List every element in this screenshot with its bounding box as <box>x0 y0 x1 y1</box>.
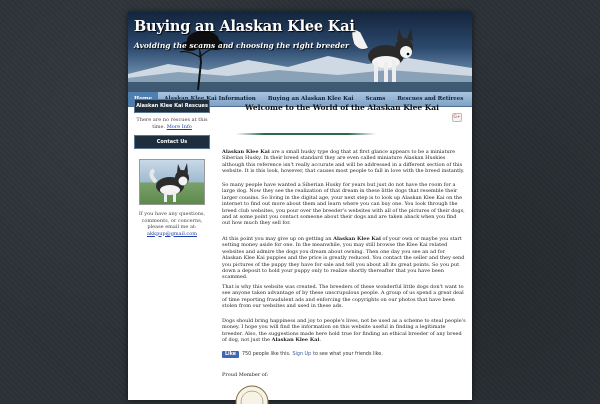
paragraph-1: Alaskan Klee Kai are a small husky type … <box>222 149 466 175</box>
paragraph-3: At this point you may give up on getting… <box>222 236 466 281</box>
paragraph-2: So many people have wanted a Siberian Hu… <box>222 182 465 227</box>
rescues-text: There are no rescues at this time. More … <box>134 117 210 130</box>
rescues-heading: Alaskan Klee Kai Rescues <box>134 99 210 113</box>
paragraph-5: Dogs should bring happiness and joy to p… <box>222 318 466 344</box>
facebook-like-button[interactable]: Like <box>222 351 240 358</box>
facebook-like-count: 750 people like this. <box>242 352 291 357</box>
paragraph-4: That is why this website was created. Th… <box>222 284 464 310</box>
google-plus-button[interactable]: G+ <box>452 113 462 122</box>
paragraph-5-text-a: Dogs should bring happiness and joy to p… <box>222 318 466 344</box>
site-header: Buying an Alaskan Klee Kai Avoiding the … <box>128 12 472 92</box>
contact-description: If you have any questions, comments, or … <box>138 211 206 230</box>
site-title: Buying an Alaskan Klee Kai <box>134 18 355 35</box>
facebook-signup-link[interactable]: Sign Up <box>293 352 312 357</box>
husky-photo <box>139 159 205 205</box>
sidebar: Alaskan Klee Kai Rescues There are no re… <box>134 99 210 242</box>
proud-member-label: Proud Member of: <box>222 372 269 378</box>
page-title: Welcome to the World of the Alaskan Klee… <box>245 103 439 112</box>
paragraph-3-text-b: of your own or maybe you start setting m… <box>222 236 465 281</box>
title-divider <box>236 133 376 135</box>
member-badge-logo <box>235 385 269 404</box>
site-tagline: Avoiding the scams and choosing the righ… <box>134 41 349 50</box>
facebook-like-bar: Like 750 people like this. Sign Up to se… <box>222 351 383 358</box>
paragraph-3-bold: Alaskan Klee Kai <box>333 236 381 242</box>
more-info-link[interactable]: More Info <box>167 124 192 130</box>
contact-email-link[interactable]: akkpup@gmail.com <box>147 231 197 237</box>
contact-heading: Contact Us <box>134 135 210 149</box>
paragraph-5-text-b: . <box>319 337 321 344</box>
main-content: Welcome to the World of the Alaskan Klee… <box>222 99 462 112</box>
facebook-signup-text: to see what your friends like. <box>313 352 383 357</box>
paragraph-5-bold: Alaskan Klee Kai <box>271 337 320 344</box>
paragraph-1-bold: Alaskan Klee Kai <box>222 149 270 155</box>
contact-text: If you have any questions, comments, or … <box>134 211 210 237</box>
paragraph-3-text-a: At this point you may give up on getting… <box>222 236 334 242</box>
